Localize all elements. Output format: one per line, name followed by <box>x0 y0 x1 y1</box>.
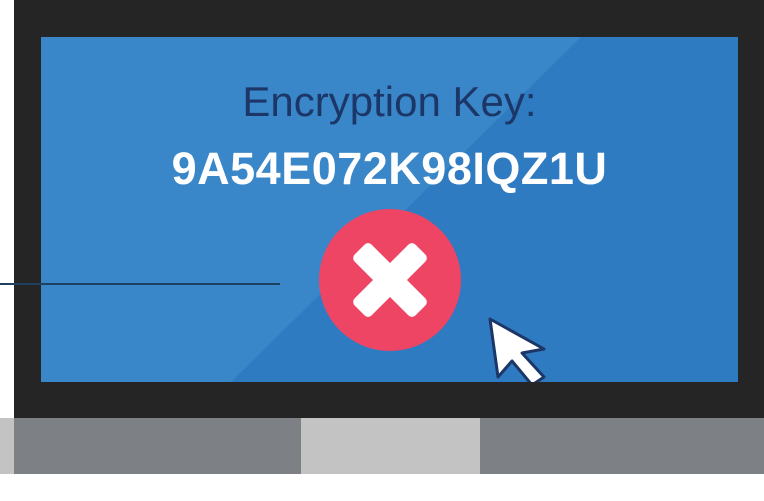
callout-line <box>0 283 280 285</box>
close-button[interactable] <box>319 209 461 351</box>
monitor-screen: Encryption Key: 9A54E072K98IQZ1U <box>41 37 738 382</box>
stand-edge-left <box>0 418 14 474</box>
encryption-key-value: 9A54E072K98IQZ1U <box>171 143 608 194</box>
encryption-key-label: Encryption Key: <box>242 78 537 125</box>
cursor-arrow-icon <box>488 317 546 382</box>
stand-base-left <box>14 418 301 474</box>
illustration: Encryption Key: 9A54E072K98IQZ1U <box>0 0 764 501</box>
stand-neck <box>301 418 480 474</box>
stand-base-right <box>480 418 764 474</box>
